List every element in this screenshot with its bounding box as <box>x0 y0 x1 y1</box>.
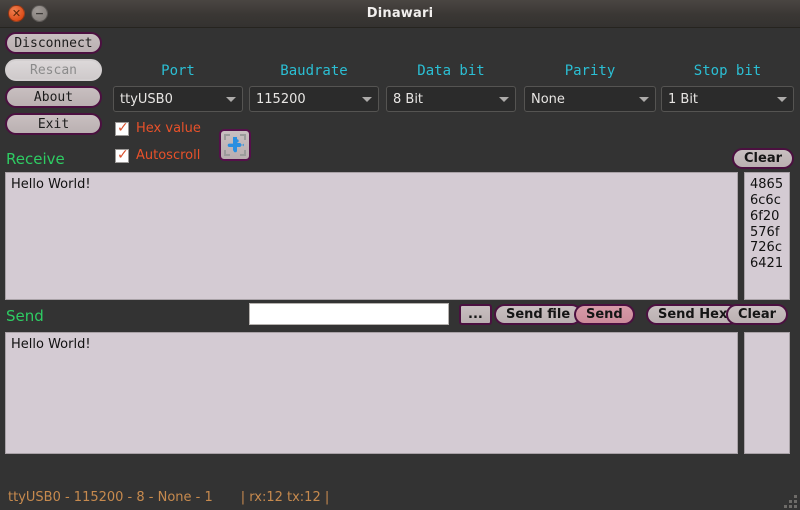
about-button[interactable]: About <box>5 86 102 108</box>
receive-panes: Hello World! 48656c6c6f20576f726c6421 <box>0 172 800 300</box>
chevron-down-icon <box>362 96 372 102</box>
chevron-down-icon <box>226 96 236 102</box>
stopbit-label: Stop bit <box>693 63 762 79</box>
window-title: Dinawari <box>366 6 434 21</box>
browse-button[interactable]: ... <box>459 304 492 325</box>
hex-value-label: Hex value <box>136 121 201 136</box>
port-label: Port <box>161 63 195 79</box>
parity-select[interactable]: None <box>524 86 656 112</box>
stopbit-select[interactable]: 1 Bit <box>661 86 794 112</box>
chevron-down-icon <box>499 96 509 102</box>
exit-button[interactable]: Exit <box>5 113 102 135</box>
send-clear-button[interactable]: Clear <box>726 304 788 325</box>
send-text-pane[interactable]: Hello World! <box>5 332 738 454</box>
close-icon[interactable]: ✕ <box>8 5 25 22</box>
rescan-button: Rescan <box>5 59 102 81</box>
receive-hex-pane[interactable]: 48656c6c6f20576f726c6421 <box>744 172 790 300</box>
status-bar: ttyUSB0 - 115200 - 8 - None - 1 | rx:12 … <box>0 484 800 510</box>
receive-clear-button[interactable]: Clear <box>732 148 794 169</box>
receive-title: Receive <box>6 149 65 168</box>
send-button[interactable]: Send <box>574 304 635 325</box>
send-title: Send <box>6 307 44 325</box>
databit-label: Data bit <box>417 63 485 79</box>
title-bar[interactable]: ✕ − Dinawari <box>0 0 800 28</box>
stopbit-select-value: 1 Bit <box>668 91 699 107</box>
parity-select-value: None <box>531 91 565 107</box>
databit-select-value: 8 Bit <box>393 91 424 107</box>
resize-grip[interactable] <box>781 492 797 508</box>
status-connection: ttyUSB0 - 115200 - 8 - None - 1 <box>8 489 213 505</box>
receive-text-pane[interactable]: Hello World! <box>5 172 738 300</box>
baudrate-label: Baudrate <box>280 63 348 79</box>
databit-select[interactable]: 8 Bit <box>386 86 516 112</box>
disconnect-button[interactable]: Disconnect <box>5 32 102 54</box>
top-control-panel: Disconnect Rescan About Exit Port ttyUSB… <box>0 28 800 163</box>
checkbox-checked-icon <box>115 120 129 136</box>
minimize-icon[interactable]: − <box>31 5 48 22</box>
port-select-value: ttyUSB0 <box>120 91 173 107</box>
action-button-column: Disconnect Rescan About Exit <box>5 32 102 135</box>
receive-header: Receive Clear <box>0 145 800 172</box>
hex-value-checkbox[interactable]: Hex value <box>115 120 201 136</box>
baudrate-select-value: 115200 <box>256 91 306 107</box>
send-file-button[interactable]: Send file <box>494 304 583 325</box>
window-controls: ✕ − <box>0 5 48 22</box>
send-panes: Hello World! <box>0 332 800 454</box>
send-hex-pane[interactable] <box>744 332 790 454</box>
chevron-down-icon <box>777 96 787 102</box>
chevron-down-icon <box>639 96 649 102</box>
send-input[interactable] <box>249 303 449 325</box>
send-header: Send ... Send file Send Send Hex Clear <box>0 300 800 332</box>
baudrate-select[interactable]: 115200 <box>249 86 379 112</box>
parity-label: Parity <box>564 63 616 79</box>
status-counters: | rx:12 tx:12 | <box>240 489 330 505</box>
port-select[interactable]: ttyUSB0 <box>113 86 243 112</box>
